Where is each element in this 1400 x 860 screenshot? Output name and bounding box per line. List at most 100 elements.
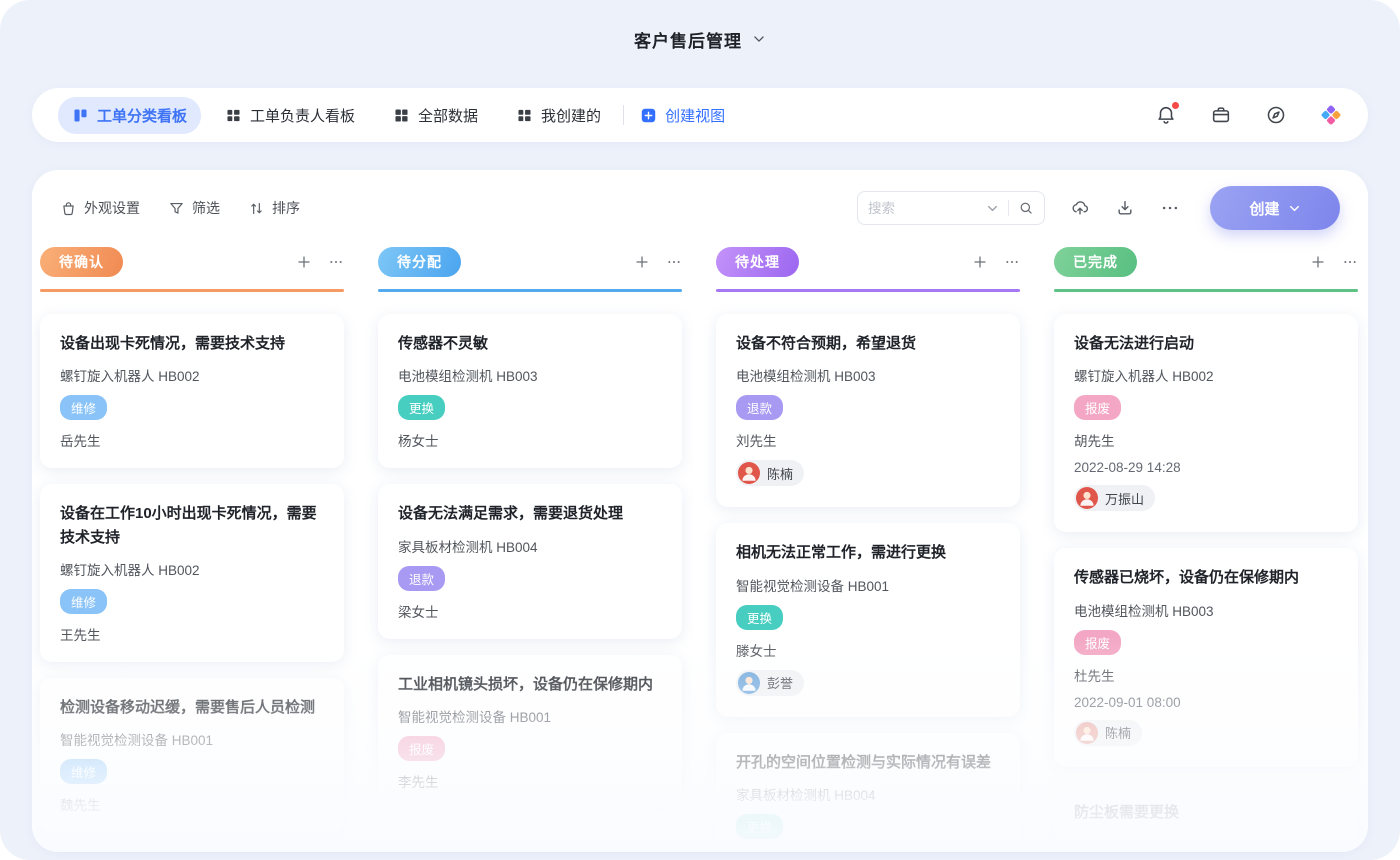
card-customer: 李先生 <box>398 771 662 791</box>
card-device: 家具板材检测机 HB004 <box>736 784 1000 804</box>
ticket-type-tag[interactable]: 报废 <box>398 736 445 761</box>
kanban-card[interactable]: 检测设备移动迟缓，需要售后人员检测 智能视觉检测设备 HB001维修魏先生 <box>40 678 344 832</box>
card-date: 2022-09-01 08:00 <box>1074 695 1338 710</box>
column-more-icon[interactable] <box>1342 254 1358 270</box>
search-box <box>857 191 1045 225</box>
board-rows-icon <box>516 107 533 124</box>
column-more-icon[interactable] <box>1004 254 1020 270</box>
sort-arrows-icon <box>248 200 265 217</box>
compass-icon[interactable] <box>1265 104 1287 126</box>
assignee-chip[interactable]: 陈楠 <box>1074 720 1142 746</box>
card-title: 相机无法正常工作，需进行更换 <box>736 541 1000 564</box>
tab-4[interactable]: 我创建的 <box>502 97 615 134</box>
ticket-type-tag[interactable]: 退款 <box>398 566 445 591</box>
card-title: 传感器已烧坏，设备仍在保修期内 <box>1074 566 1338 589</box>
column-header: 待分配 <box>378 246 682 278</box>
ticket-type-tag[interactable]: 维修 <box>60 395 107 420</box>
nav-right-icons <box>1155 104 1342 126</box>
nav-tabs: 工单分类看板 工单负责人看板 全部数据 我创建的 <box>58 97 615 134</box>
column-status-pill[interactable]: 已完成 <box>1054 247 1137 277</box>
card-customer: 杜先生 <box>1074 665 1338 685</box>
search-chevron-down-icon[interactable] <box>986 202 999 215</box>
briefcase-icon[interactable] <box>1210 104 1232 126</box>
download-icon[interactable] <box>1115 198 1135 218</box>
bell-icon[interactable] <box>1155 104 1177 126</box>
search-icon[interactable] <box>1018 200 1034 216</box>
add-card-icon[interactable] <box>1310 254 1326 270</box>
sort-button[interactable]: 排序 <box>248 198 300 218</box>
filter-button[interactable]: 筛选 <box>168 198 220 218</box>
ticket-type-tag[interactable]: 退款 <box>736 395 783 420</box>
add-card-icon[interactable] <box>634 254 650 270</box>
card-device: 螺钉旋入机器人 HB002 <box>60 559 324 579</box>
card-device: 智能视觉检测设备 HB001 <box>736 575 1000 595</box>
card-device: 智能视觉检测设备 HB001 <box>60 729 324 749</box>
kanban-column-3: 待处理 设备不符合预期，希望退货 电池模组检测机 HB003退款刘先生 陈楠 相… <box>716 246 1020 852</box>
tab-label: 工单负责人看板 <box>250 105 355 126</box>
kanban-card[interactable]: 相机无法正常工作，需进行更换 智能视觉检测设备 HB001 更换滕女士 彭誉 <box>716 523 1020 716</box>
tab-label: 全部数据 <box>418 105 478 126</box>
ticket-type-tag[interactable]: 报废 <box>1074 395 1121 420</box>
navbar: 工单分类看板 工单负责人看板 全部数据 我创建的 创建视图 <box>32 88 1368 142</box>
grid-icon <box>393 107 410 124</box>
kanban-card[interactable]: 工业相机镜头损坏，设备仍在保修期内 智能视觉检测设备 HB001报废李先生 <box>378 655 682 809</box>
kanban-card[interactable]: 开孔的空间位置检测与实际情况有误差 家具板材检测机 HB004 更换 <box>716 733 1020 853</box>
card-device: 螺钉旋入机器人 HB002 <box>1074 365 1338 385</box>
column-status-pill[interactable]: 待处理 <box>716 247 799 277</box>
tab-2[interactable]: 工单负责人看板 <box>211 97 369 134</box>
card-device: 螺钉旋入机器人 HB002 <box>60 365 324 385</box>
column-color-line <box>378 289 682 292</box>
assignee-chip[interactable]: 万振山 <box>1074 485 1155 511</box>
create-chevron-down-icon <box>1288 202 1301 215</box>
add-card-icon[interactable] <box>972 254 988 270</box>
column-more-icon[interactable] <box>328 254 344 270</box>
titlebar: 客户售后管理 <box>0 0 1400 78</box>
kanban-column-4: 已完成 设备无法进行启动 螺钉旋入机器人 HB002报废胡先生2022-08-2… <box>1054 246 1358 852</box>
column-cards: 传感器不灵敏 电池模组检测机 HB003更换杨女士 设备无法满足需求，需要退货处… <box>378 314 682 809</box>
kanban-card[interactable]: 传感器不灵敏 电池模组检测机 HB003更换杨女士 <box>378 314 682 468</box>
ticket-type-tag[interactable]: 维修 <box>60 759 107 784</box>
kanban-icon <box>72 107 89 124</box>
add-card-icon[interactable] <box>296 254 312 270</box>
card-title: 防尘板需要更换 <box>1074 801 1338 824</box>
ticket-type-tag[interactable]: 更换 <box>736 605 783 630</box>
card-customer: 刘先生 <box>736 430 1000 450</box>
appearance-settings-button[interactable]: 外观设置 <box>60 198 140 218</box>
card-title: 设备不符合预期，希望退货 <box>736 332 1000 355</box>
ticket-type-tag[interactable]: 更换 <box>736 814 783 839</box>
column-status-pill[interactable]: 待分配 <box>378 247 461 277</box>
bitable-logo[interactable] <box>1320 104 1342 126</box>
cloud-upload-icon[interactable] <box>1070 198 1090 218</box>
card-customer: 胡先生 <box>1074 430 1338 450</box>
assignee-chip[interactable]: 陈楠 <box>736 460 804 486</box>
assignee-name: 陈楠 <box>767 464 793 483</box>
kanban-card[interactable]: 设备无法进行启动 螺钉旋入机器人 HB002报废胡先生2022-08-29 14… <box>1054 314 1358 532</box>
card-device: 智能视觉检测设备 HB001 <box>398 706 662 726</box>
search-divider <box>1008 200 1009 216</box>
kanban-card[interactable]: 设备出现卡死情况，需要技术支持 螺钉旋入机器人 HB002维修岳先生 <box>40 314 344 468</box>
search-input[interactable] <box>868 201 986 216</box>
column-more-icon[interactable] <box>666 254 682 270</box>
create-view-button[interactable]: 创建视图 <box>640 105 725 126</box>
kanban-card[interactable]: 传感器已烧坏，设备仍在保修期内 电池模组检测机 HB003报废杜先生2022-0… <box>1054 548 1358 766</box>
column-status-pill[interactable]: 待确认 <box>40 247 123 277</box>
create-button[interactable]: 创建 <box>1210 186 1340 230</box>
ticket-type-tag[interactable]: 报废 <box>1074 630 1121 655</box>
create-view-label: 创建视图 <box>665 105 725 126</box>
ticket-type-tag[interactable]: 更换 <box>398 395 445 420</box>
card-customer: 滕女士 <box>736 640 1000 660</box>
more-options-icon[interactable] <box>1160 198 1180 218</box>
column-cards: 设备无法进行启动 螺钉旋入机器人 HB002报废胡先生2022-08-29 14… <box>1054 314 1358 842</box>
kanban-card[interactable]: 设备不符合预期，希望退货 电池模组检测机 HB003退款刘先生 陈楠 <box>716 314 1020 507</box>
kanban-card[interactable]: 防尘板需要更换 <box>1054 783 1358 842</box>
title-chevron-down-icon[interactable] <box>752 32 766 46</box>
page-root: 客户售后管理 工单分类看板 工单负责人看板 全部数据 我创建的 创建视图 <box>0 0 1400 860</box>
assignee-chip[interactable]: 彭誉 <box>736 670 804 696</box>
kanban-card[interactable]: 设备无法满足需求，需要退货处理 家具板材检测机 HB004退款梁女士 <box>378 484 682 638</box>
card-title: 开孔的空间位置检测与实际情况有误差 <box>736 751 1000 774</box>
ticket-type-tag[interactable]: 维修 <box>60 589 107 614</box>
kanban-card[interactable]: 设备在工作10小时出现卡死情况，需要技术支持 螺钉旋入机器人 HB002维修王先… <box>40 484 344 662</box>
tab-1[interactable]: 工单分类看板 <box>58 97 201 134</box>
nav-divider <box>623 105 624 125</box>
tab-3[interactable]: 全部数据 <box>379 97 492 134</box>
